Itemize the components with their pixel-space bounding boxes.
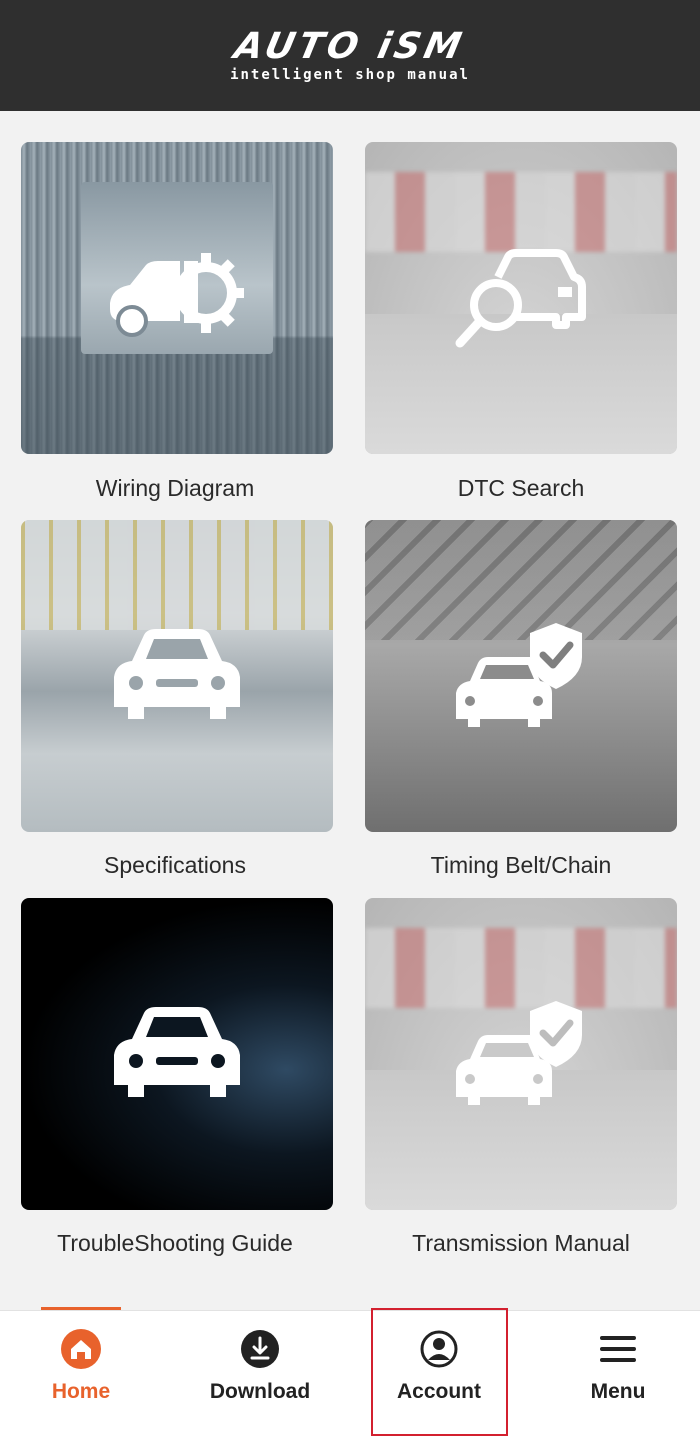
nav-menu-label: Menu: [590, 1380, 646, 1403]
car-front-icon: [114, 1007, 240, 1097]
tile-label: DTC Search: [457, 475, 585, 501]
tile-wiring-diagram[interactable]: [21, 142, 333, 454]
tile-label: Specifications: [104, 852, 246, 878]
tile-timing-belt-chain[interactable]: [365, 520, 677, 832]
tile-label: Transmission Manual: [412, 1230, 630, 1256]
tile-label: Timing Belt/Chain: [430, 852, 612, 878]
active-tab-indicator: [41, 1307, 121, 1310]
tile-label: Wiring Diagram: [95, 475, 255, 501]
car-gear-icon: [110, 253, 244, 337]
nav-home-label: Home: [51, 1380, 111, 1403]
home-icon: [61, 1329, 101, 1369]
app-logo-tagline: intelligent shop manual: [230, 66, 470, 83]
car-shield-check-icon: [456, 1001, 582, 1105]
download-icon: [241, 1330, 279, 1368]
tile-label: TroubleShooting Guide: [57, 1230, 293, 1256]
app-header: AUTO iSM intelligent shop manual: [0, 0, 700, 111]
menu-icon: [600, 1336, 636, 1362]
nav-download-label: Download: [209, 1380, 311, 1403]
tile-dtc-search[interactable]: [365, 142, 677, 454]
tile-specifications[interactable]: [21, 520, 333, 832]
nav-download[interactable]: Download: [190, 1318, 330, 1428]
car-search-icon: [455, 249, 586, 348]
car-shield-check-icon: [456, 623, 582, 727]
tile-troubleshooting-guide[interactable]: [21, 898, 333, 1210]
nav-home[interactable]: Home: [11, 1318, 151, 1428]
nav-menu[interactable]: Menu: [548, 1318, 688, 1428]
tile-transmission-manual[interactable]: [365, 898, 677, 1210]
account-highlight-box: [371, 1308, 508, 1436]
app-logo: AUTO iSM: [231, 25, 470, 67]
car-front-icon: [114, 629, 240, 719]
